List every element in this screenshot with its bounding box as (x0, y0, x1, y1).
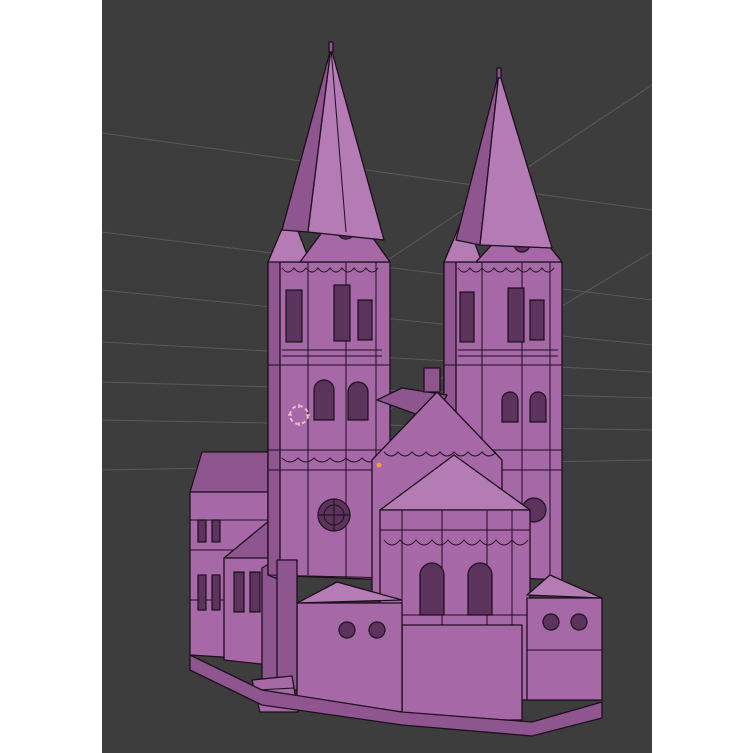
right-spire (443, 67, 563, 263)
object-origin-dot (376, 462, 382, 468)
left-spire (267, 41, 391, 263)
right-chapel (526, 574, 603, 701)
3d-viewport[interactable] (102, 0, 652, 753)
church-mesh[interactable] (189, 41, 603, 737)
